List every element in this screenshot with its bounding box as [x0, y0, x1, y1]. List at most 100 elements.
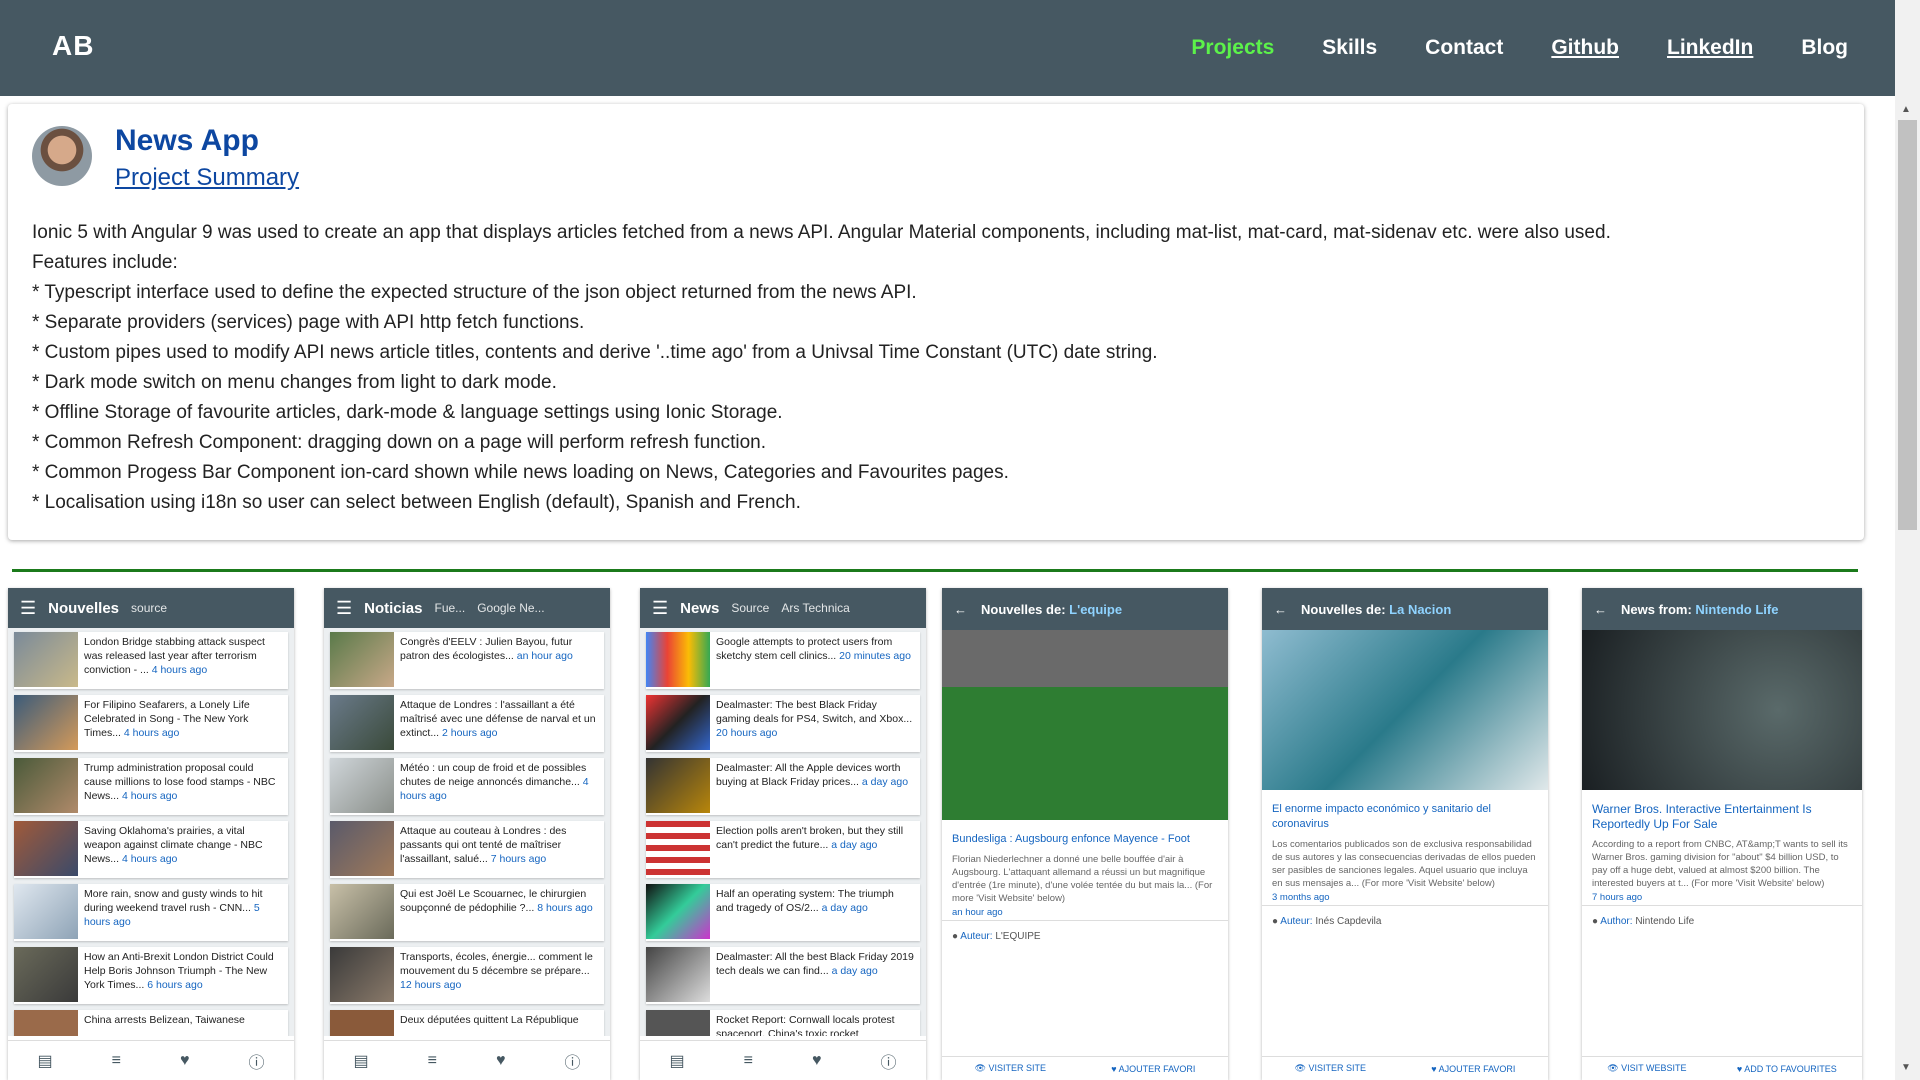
scroll-up-icon[interactable]: ▲	[1901, 104, 1911, 115]
list-item: Dealmaster: All the best Black Friday 20…	[646, 947, 920, 1004]
categories-tab-icon[interactable]: ≡	[428, 1052, 437, 1070]
news-tab-icon[interactable]: ▤	[670, 1051, 685, 1071]
info-tab-icon[interactable]: ⓘ	[248, 1049, 264, 1073]
categories-tab-icon[interactable]: ≡	[112, 1052, 121, 1070]
visit-site-button[interactable]: 👁 VISITER SITE	[1295, 1063, 1366, 1074]
article-time: 7 hours ago	[1592, 892, 1643, 903]
article-thumbnail	[646, 884, 710, 939]
app-toolbar: ← Nouvelles de: L'equipe	[942, 588, 1228, 630]
nav-link-projects[interactable]: Projects	[1191, 36, 1274, 60]
toolbar-source: L'equipe	[1069, 601, 1123, 617]
list-item: Google attempts to protect users from sk…	[646, 632, 920, 689]
article-thumbnail	[14, 884, 78, 939]
article-image	[1582, 630, 1862, 790]
article-list: Congrès d'EELV : Julien Bayou, futur pat…	[324, 628, 610, 1036]
source-select: Google Ne...	[477, 601, 545, 615]
description-line: * Dark mode switch on menu changes from …	[32, 372, 557, 393]
app-toolbar: ☰ Noticias Fue... Google Ne...	[324, 588, 610, 628]
menu-icon: ☰	[652, 597, 669, 618]
add-favourite-label: ADD TO FAVOURITES	[1744, 1063, 1837, 1074]
add-favourite-button[interactable]: ♥ AJOUTER FAVORI	[1111, 1064, 1195, 1074]
nav-link-github[interactable]: Github	[1551, 36, 1619, 60]
top-navbar: AB Projects Skills Contact Github Linked…	[0, 0, 1920, 96]
back-arrow-icon: ←	[954, 601, 967, 617]
nav-link-skills[interactable]: Skills	[1322, 36, 1377, 60]
toolbar-title: News	[680, 599, 720, 617]
article-time: 12 hours ago	[400, 979, 462, 991]
list-item: For Filipino Seafarers, a Lonely Life Ce…	[14, 695, 288, 752]
article-title: Deux députées quittent La République	[400, 1014, 579, 1026]
add-favourite-button[interactable]: ♥ ADD TO FAVOURITES	[1737, 1064, 1837, 1074]
article-headline: Warner Bros. Interactive Entertainment I…	[1592, 802, 1812, 831]
article-time: 20 hours ago	[716, 727, 778, 739]
article-thumbnail	[14, 1010, 78, 1036]
screenshot-news-list-fr: ☰ Nouvelles source London Bridge stabbin…	[8, 588, 294, 1080]
toolbar-title: Nouvelles	[48, 599, 120, 617]
nav-link-blog[interactable]: Blog	[1801, 36, 1848, 60]
description-line: * Separate providers (services) page wit…	[32, 312, 585, 333]
article-time: 4 hours ago	[151, 664, 208, 676]
description-line: * Common Refresh Component: dragging dow…	[32, 432, 766, 453]
favourites-tab-icon[interactable]: ♥	[180, 1052, 190, 1070]
info-tab-icon[interactable]: ⓘ	[564, 1049, 580, 1073]
article-thumbnail	[646, 821, 710, 876]
section-divider	[12, 569, 1858, 572]
visit-site-button[interactable]: 👁 VISITER SITE	[975, 1063, 1046, 1074]
author-row: ● Auteur: Inés Capdevila	[1262, 905, 1548, 937]
screenshot-article-detail-nintendolife: ← News from: Nintendo Life Warner Bros. …	[1582, 588, 1862, 1080]
article-body: Los comentarios publicados son de exclus…	[1272, 839, 1536, 889]
categories-tab-icon[interactable]: ≡	[744, 1052, 753, 1070]
app-toolbar: ☰ Nouvelles source	[8, 588, 294, 628]
article-image	[1262, 630, 1548, 790]
visit-website-button[interactable]: 👁 VISIT WEBSITE	[1607, 1063, 1686, 1074]
list-item: Trump administration proposal could caus…	[14, 758, 288, 815]
article-thumbnail	[330, 632, 394, 687]
action-bar: 👁 VISITER SITE ♥ AJOUTER FAVORI	[942, 1056, 1228, 1080]
project-summary-link[interactable]: Project Summary	[115, 164, 299, 192]
nav-link-contact[interactable]: Contact	[1425, 36, 1503, 60]
list-item: Dealmaster: All the Apple devices worth …	[646, 758, 920, 815]
app-toolbar: ← News from: Nintendo Life	[1582, 588, 1862, 630]
article-thumbnail	[14, 758, 78, 813]
scrollbar-thumb[interactable]	[1898, 120, 1917, 530]
article-time: 3 months ago	[1272, 892, 1330, 903]
article-headline: El enorme impacto económico y sanitario …	[1272, 803, 1491, 830]
add-favourite-button[interactable]: ♥ AJOUTER FAVORI	[1431, 1064, 1515, 1074]
nav-link-linkedin[interactable]: LinkedIn	[1667, 36, 1753, 60]
info-tab-icon[interactable]: ⓘ	[880, 1049, 896, 1073]
project-title: News App	[115, 124, 259, 157]
list-item: Half an operating system: The triumph an…	[646, 884, 920, 941]
article-thumbnail	[330, 884, 394, 939]
author-row: ● Auteur: L'EQUIPE	[942, 920, 1228, 952]
brand-logo[interactable]: AB	[52, 30, 94, 62]
article-thumbnail	[14, 821, 78, 876]
article-thumbnail	[646, 758, 710, 813]
news-tab-icon[interactable]: ▤	[38, 1051, 53, 1071]
list-item: Dealmaster: The best Black Friday gaming…	[646, 695, 920, 752]
news-tab-icon[interactable]: ▤	[354, 1051, 369, 1071]
app-toolbar: ← Nouvelles de: La Nacion	[1262, 588, 1548, 630]
description-line: * Common Progess Bar Component ion-card …	[32, 462, 1009, 483]
article-time: 2 hours ago	[442, 727, 498, 739]
article-title: Trump administration proposal could caus…	[84, 762, 276, 802]
scroll-down-icon[interactable]: ▼	[1901, 1062, 1911, 1073]
article-time: an hour ago	[516, 650, 573, 662]
favourites-tab-icon[interactable]: ♥	[812, 1052, 822, 1070]
article-time: a day ago	[831, 839, 878, 851]
action-bar: 👁 VISIT WEBSITE ♥ ADD TO FAVOURITES	[1582, 1056, 1862, 1080]
project-card: News App Project Summary Ionic 5 with An…	[8, 104, 1864, 540]
article-headline: Bundesliga : Augsbourg enfonce Mayence -…	[952, 833, 1190, 845]
article-time: 4 hours ago	[121, 790, 178, 802]
article-title: Météo : un coup de froid et de possibles…	[400, 762, 587, 788]
article-title: Transports, écoles, énergie... comment l…	[400, 951, 593, 977]
project-description: Ionic 5 with Angular 9 was used to creat…	[32, 218, 1832, 518]
toolbar-title: Noticias	[364, 599, 423, 617]
tab-bar: ▤ ≡ ♥ ⓘ	[324, 1040, 610, 1080]
favourites-tab-icon[interactable]: ♥	[496, 1052, 506, 1070]
description-line: Features include:	[32, 252, 178, 273]
page-scrollbar[interactable]: ▲ ▼	[1895, 0, 1920, 1080]
article-time: a day ago	[831, 965, 878, 977]
article-thumbnail	[646, 695, 710, 750]
toolbar-prefix: Nouvelles de:	[1301, 601, 1386, 617]
author-name: L'EQUIPE	[995, 931, 1041, 942]
